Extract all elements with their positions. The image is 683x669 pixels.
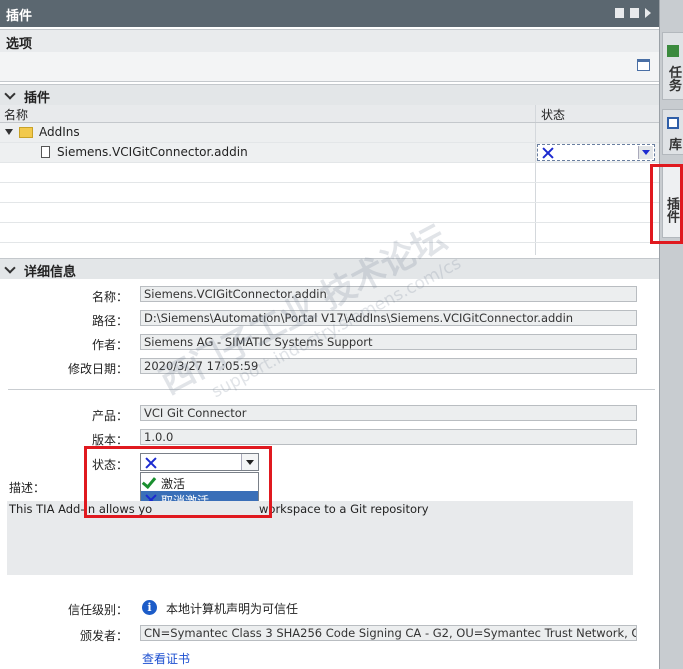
- issuer-label: 颁发者：: [79, 629, 128, 643]
- options-title: 选项: [6, 37, 33, 52]
- product-label: 产品：: [91, 409, 128, 423]
- float-icon[interactable]: [615, 8, 624, 18]
- chevron-down-icon[interactable]: [4, 262, 16, 274]
- status-select[interactable]: [537, 144, 655, 161]
- modified-label: 修改日期：: [67, 362, 128, 376]
- column-header-status[interactable]: 状态: [541, 106, 565, 123]
- author-field: Siemens AG - SIMATIC Systems Support: [140, 334, 637, 350]
- table-header: 名称 状态: [0, 105, 659, 123]
- name-field: Siemens.VCIGitConnector.addin: [140, 286, 637, 302]
- info-icon: i: [142, 600, 157, 615]
- folder-icon: [19, 127, 33, 138]
- tab-tasks-label: 任务: [666, 65, 681, 92]
- table-row[interactable]: AddIns: [0, 123, 659, 143]
- version-field: 1.0.0: [140, 429, 637, 445]
- plugins-header[interactable]: 插件: [0, 84, 659, 106]
- author-label: 作者：: [91, 338, 128, 352]
- path-label: 路径：: [91, 314, 128, 328]
- trust-value: 本地计算机声明为可信任: [166, 602, 299, 616]
- product-field: VCI Git Connector: [140, 405, 637, 421]
- view-certificate-link[interactable]: 查看证书: [142, 650, 190, 667]
- options-panel-icon[interactable]: [637, 59, 650, 71]
- plugin-item-label: Siemens.VCIGitConnector.addin: [57, 145, 248, 159]
- table-row: [0, 163, 659, 183]
- table-row[interactable]: Siemens.VCIGitConnector.addin: [0, 143, 659, 163]
- divider: [8, 389, 655, 390]
- maximize-icon[interactable]: [630, 8, 639, 18]
- options-body: [0, 52, 659, 82]
- highlight-status-dropdown: [84, 446, 272, 518]
- table-row: [0, 223, 659, 243]
- collapse-arrow-icon[interactable]: [645, 8, 651, 18]
- options-header: 选项: [0, 29, 659, 52]
- column-header-name[interactable]: 名称: [4, 106, 28, 123]
- table-row: [0, 203, 659, 223]
- description-label: 描述：: [9, 481, 46, 495]
- deactivated-x-icon: [542, 147, 554, 159]
- window-titlebar: 插件: [0, 0, 659, 27]
- plugins-title: 插件: [24, 91, 51, 106]
- table-row: [0, 243, 659, 255]
- details-title: 详细信息: [24, 265, 77, 280]
- highlight-plugins-tab: [650, 164, 683, 244]
- plugins-table: 名称 状态 AddIns Siemens.VCIGitConnector.add…: [0, 105, 659, 255]
- modified-field: 2020/3/27 17:05:59: [140, 358, 637, 374]
- table-row: [0, 183, 659, 203]
- tab-library[interactable]: 库: [662, 109, 683, 155]
- folder-label: AddIns: [39, 125, 80, 139]
- trust-label: 信任级别：: [67, 603, 128, 617]
- library-icon: [667, 117, 679, 130]
- tab-library-label: 库: [666, 137, 681, 151]
- expand-triangle-icon[interactable]: [5, 129, 13, 135]
- titlebar-controls: [615, 8, 651, 18]
- details-header[interactable]: 详细信息: [0, 258, 659, 280]
- task-cards-bar: 任务 库 插件: [659, 0, 683, 669]
- path-field: D:\Siemens\Automation\Portal V17\AddIns\…: [140, 310, 637, 326]
- description-text-right: workspace to a Git repository: [259, 502, 429, 516]
- issuer-field: CN=Symantec Class 3 SHA256 Code Signing …: [140, 625, 637, 641]
- dropdown-button[interactable]: [638, 146, 653, 159]
- window-title: 插件: [6, 9, 33, 24]
- name-label: 名称：: [91, 290, 128, 304]
- chevron-down-icon[interactable]: [4, 88, 16, 100]
- file-icon: [41, 146, 50, 158]
- tab-tasks[interactable]: 任务: [662, 32, 683, 100]
- tasks-icon: [667, 44, 679, 57]
